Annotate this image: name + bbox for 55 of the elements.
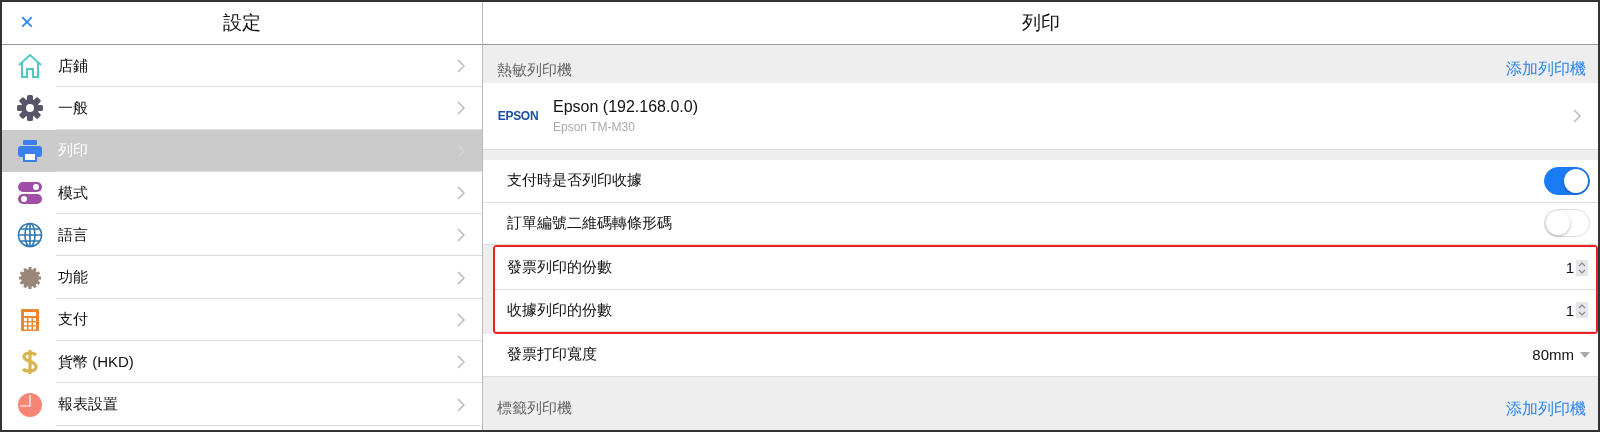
setting-label: 發票列印的份數 bbox=[507, 258, 613, 278]
dropdown-arrow-icon bbox=[1580, 351, 1590, 358]
width-dropdown[interactable]: 80mm bbox=[1532, 346, 1590, 364]
sidebar-item[interactable]: 支付 bbox=[2, 298, 482, 342]
sidebar-item[interactable]: 功能 bbox=[2, 256, 482, 299]
pie-chart-icon bbox=[17, 391, 43, 418]
sidebar-item[interactable]: 模式 bbox=[2, 171, 482, 215]
spinner-icon bbox=[1576, 259, 1588, 276]
sidebar-title: 設定 bbox=[223, 11, 261, 35]
toggle-icon bbox=[17, 181, 43, 206]
setting-label: 支付時是否列印收據 bbox=[507, 171, 643, 191]
sidebar-item[interactable]: 語言 bbox=[2, 214, 482, 257]
printer-name: Epson (192.168.0.0) bbox=[553, 98, 699, 116]
item-label: 一般 bbox=[58, 98, 89, 118]
chevron-icon bbox=[457, 59, 466, 74]
number-field[interactable]: 1 bbox=[1565, 301, 1588, 319]
chevron-icon bbox=[1573, 109, 1582, 123]
number-field[interactable]: 1 bbox=[1565, 259, 1588, 277]
toggle-switch[interactable] bbox=[1544, 166, 1590, 195]
sidebar-item[interactable]: 報表設置 bbox=[2, 383, 482, 426]
chevron-icon bbox=[457, 228, 466, 243]
badge-icon bbox=[18, 265, 42, 290]
chevron-icon bbox=[457, 312, 466, 327]
chevron-icon bbox=[457, 186, 466, 201]
section-heading: 熱敏列印機 bbox=[497, 61, 572, 80]
chevron-icon bbox=[457, 101, 466, 116]
chevron-icon bbox=[457, 355, 466, 370]
page-title: 列印 bbox=[1021, 11, 1060, 35]
calculator-icon bbox=[20, 307, 40, 332]
printer-model: Epson TM-M30 bbox=[553, 120, 636, 134]
printer-row[interactable]: EPSON Epson (192.168.0.0) Epson TM-M30 bbox=[483, 83, 1598, 150]
sidebar-item[interactable]: 貨幣 (HKD) bbox=[2, 341, 482, 384]
item-label: 模式 bbox=[58, 183, 89, 203]
setting-label: 訂單編號二維碼轉條形碼 bbox=[507, 213, 673, 233]
section-heading: 標籤列印機 bbox=[497, 398, 572, 418]
house-icon bbox=[16, 53, 44, 80]
close-button[interactable]: × bbox=[16, 10, 38, 34]
sidebar-item[interactable]: 一般 bbox=[2, 87, 482, 130]
item-label: 功能 bbox=[58, 268, 89, 288]
item-label: 支付 bbox=[58, 310, 89, 330]
chevron-icon bbox=[457, 397, 466, 412]
item-label: 報表設置 bbox=[58, 395, 119, 414]
printer-logo: EPSON bbox=[496, 109, 540, 123]
item-label: 店鋪 bbox=[58, 56, 89, 76]
dollar-icon bbox=[20, 348, 40, 377]
spinner-icon bbox=[1576, 302, 1588, 319]
chevron-icon bbox=[457, 270, 466, 285]
globe-icon bbox=[17, 222, 43, 249]
setting-label: 發票打印寬度 bbox=[507, 345, 598, 365]
sidebar-item[interactable]: 店鋪 bbox=[2, 45, 482, 88]
item-label: 語言 bbox=[58, 225, 89, 245]
setting-label: 收據列印的份數 bbox=[507, 300, 613, 320]
printer-icon bbox=[17, 138, 43, 163]
gear-icon bbox=[17, 95, 43, 122]
item-label: 貨幣 (HKD) bbox=[58, 352, 135, 372]
